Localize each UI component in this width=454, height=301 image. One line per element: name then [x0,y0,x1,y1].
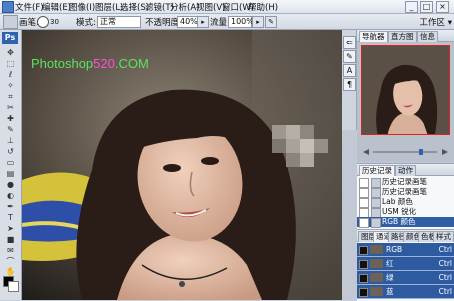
menu-image[interactable]: 图像(I) [69,1,95,13]
flow-arrow-icon[interactable]: ▸ [252,16,264,28]
flow-label: 流量: [210,18,230,28]
opacity-input[interactable]: 40% [177,16,198,28]
gradient-tool-icon[interactable]: ▤ [4,169,17,178]
menu-help[interactable]: 帮助(H) [248,1,278,13]
history-item[interactable]: Lab 颜色 [357,197,454,208]
background-color-swatch[interactable] [8,281,19,292]
tab-info[interactable]: 信息 [417,31,438,42]
tab-actions[interactable]: 动作 [395,165,416,176]
channel-row[interactable]: 红 Ctrl [357,257,454,271]
brush-tool-icon[interactable] [3,15,18,29]
character-panel-icon[interactable]: A [343,64,356,77]
navigator-zoom-slider[interactable] [361,148,450,156]
history-panel: 历史记录 动作 历史记录画笔 历史记录画笔 Lab 颜色 USM 锐化 RGB … [357,163,454,229]
visibility-eye-icon [359,246,368,255]
visibility-eye-icon [359,260,368,269]
tab-navigator[interactable]: 导航器 [359,31,388,42]
move-tool-icon[interactable]: ✥ [4,48,17,57]
hand-tool-icon[interactable]: ✋ [4,267,17,276]
brush-panel-icon[interactable]: ✎ [343,50,356,63]
menu-bar: 文件(F) 编辑(E) 图像(I) 图层(L) 选择(S) 滤镜(T) 分析(A… [0,0,454,14]
minimize-icon[interactable]: _ [405,1,418,13]
brush-tool-active-icon[interactable]: ✎ [4,125,17,134]
panel-toggle-icon[interactable]: ⇐ [343,36,356,49]
type-tool-icon[interactable]: T [4,213,17,222]
photoshop-logo-icon [2,1,14,13]
channels-panel-header: 图层 通道 路径 颜色 色板 样式 [357,230,454,242]
menu-file[interactable]: 文件(F) [15,1,44,13]
collapsed-panels-strip: ⇐ ✎ A ¶ [342,30,357,130]
history-panel-header: 历史记录 动作 [357,164,454,176]
clone-stamp-tool-icon[interactable]: ⊥ [4,136,17,145]
eyedropper-tool-icon[interactable]: ⌒ [4,257,17,266]
navigator-panel-header: 导航器 直方图 信息 [357,30,454,42]
brush-size-value: 30 [50,18,59,26]
healing-brush-tool-icon[interactable]: ✚ [4,114,17,123]
ps-badge: Ps [2,32,18,44]
paragraph-panel-icon[interactable]: ¶ [343,78,356,91]
tab-styles[interactable]: 样式 [433,231,454,242]
visibility-eye-icon [359,274,368,283]
channel-row[interactable]: 蓝 Ctrl [357,285,454,299]
channel-row[interactable]: 绿 Ctrl [357,271,454,285]
close-icon[interactable]: × [436,1,449,13]
history-item-selected[interactable]: RGB 颜色 [357,217,454,228]
brush-preset-picker[interactable] [37,16,49,28]
tools-panel: Ps ✥ ⬚ ℓ ✧ ⌗ ✂ ✚ ✎ ⊥ ↺ ▭ ▤ ● ◐ ✒ T ➤ ■ ✉… [0,30,22,300]
watermark-text: Photoshop520.COM [31,56,149,71]
path-selection-tool-icon[interactable]: ➤ [4,224,17,233]
channel-row[interactable]: RGB Ctrl [357,243,454,257]
document-canvas[interactable]: Photoshop520.COM [22,30,342,300]
mode-select[interactable]: 正常 [97,16,141,28]
shape-tool-icon[interactable]: ■ [4,235,17,244]
blur-tool-icon[interactable]: ● [4,180,17,189]
channels-panel: 图层 通道 路径 颜色 色板 样式 RGB Ctrl 红 Ctrl 绿 Ctrl 蓝C… [357,229,454,301]
navigator-panel: 导航器 直方图 信息 [357,30,454,162]
airbrush-icon[interactable]: ✎ [265,16,277,28]
history-item[interactable]: USM 锐化 [357,207,454,218]
tab-history[interactable]: 历史记录 [359,165,395,176]
menu-edit[interactable]: 编辑(E) [42,1,71,13]
eraser-tool-icon[interactable]: ▭ [4,158,17,167]
visibility-eye-icon [359,288,368,297]
notes-tool-icon[interactable]: ✉ [4,246,17,255]
pen-tool-icon[interactable]: ✒ [4,202,17,211]
magic-wand-tool-icon[interactable]: ✧ [4,81,17,90]
navigator-thumbnail[interactable] [361,45,450,135]
opacity-arrow-icon[interactable]: ▸ [197,16,209,28]
tab-histogram[interactable]: 直方图 [388,31,417,42]
options-bar: 画笔: 30 模式: 正常 不透明度: 40% ▸ 流量: 100% ▸ ✎ 工… [0,14,454,30]
navigator-view-box[interactable] [361,45,450,135]
mode-label: 模式: [76,18,96,28]
marquee-tool-icon[interactable]: ⬚ [4,59,17,68]
slice-tool-icon[interactable]: ✂ [4,103,17,112]
workspace-menu[interactable]: 工作区 ▾ [420,16,452,28]
history-item[interactable]: 历史记录画笔 [357,187,454,198]
restore-icon[interactable]: □ [420,1,433,13]
flow-input[interactable]: 100% [228,16,254,28]
history-item[interactable]: 历史记录画笔 [357,177,454,188]
brush-label: 画笔: [19,18,39,28]
dodge-tool-icon[interactable]: ◐ [4,191,17,200]
history-brush-tool-icon[interactable]: ↺ [4,147,17,156]
lasso-tool-icon[interactable]: ℓ [4,70,17,79]
crop-tool-icon[interactable]: ⌗ [4,92,17,101]
